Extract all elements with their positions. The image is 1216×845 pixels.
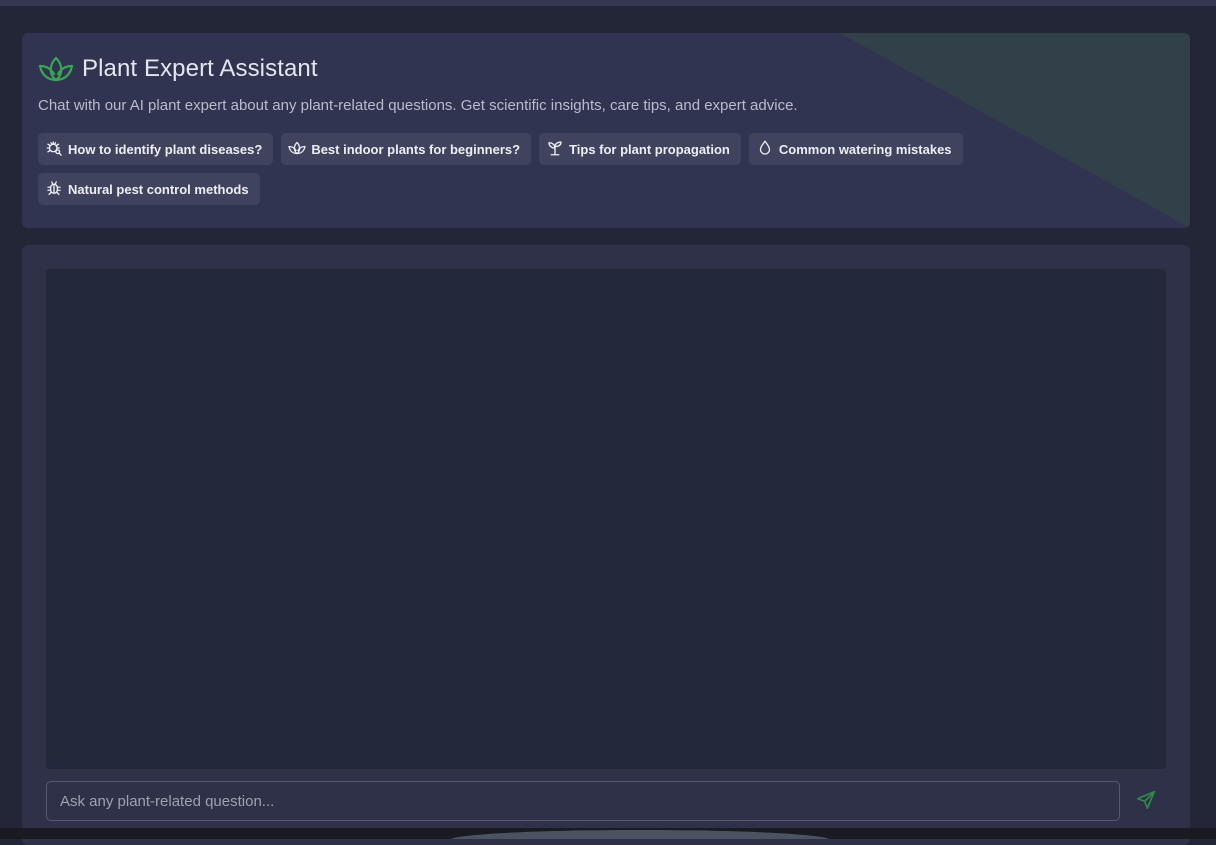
suggestion-label: Natural pest control methods (68, 181, 249, 197)
suggestion-chip-pest-control[interactable]: Natural pest control methods (38, 173, 260, 205)
top-bar (0, 0, 1216, 6)
plant-leaves-icon (288, 139, 311, 160)
suggestion-chip-identify-diseases[interactable]: How to identify plant diseases? (38, 133, 274, 165)
chat-input-row (46, 781, 1166, 821)
suggestion-label: Best indoor plants for beginners? (311, 141, 521, 157)
suggestion-chip-indoor-plants[interactable]: Best indoor plants for beginners? (281, 133, 532, 165)
chat-card (22, 245, 1190, 845)
plant-leaves-icon (38, 55, 74, 83)
suggestion-chip-watering[interactable]: Common watering mistakes (748, 133, 963, 165)
suggestion-label: Tips for plant propagation (569, 141, 730, 157)
send-icon (1135, 789, 1157, 814)
suggestion-label: Common watering mistakes (778, 141, 952, 157)
suggestion-chips: How to identify plant diseases? Best ind… (38, 133, 968, 205)
bug-icon (45, 179, 68, 200)
title-row: Plant Expert Assistant (38, 55, 318, 83)
header-card: Plant Expert Assistant Chat with our AI … (22, 33, 1190, 228)
send-button[interactable] (1134, 789, 1158, 813)
background-image-highlight (450, 830, 830, 839)
page-subtitle: Chat with our AI plant expert about any … (38, 97, 798, 114)
page-title: Plant Expert Assistant (82, 55, 318, 82)
chat-input[interactable] (46, 781, 1120, 821)
droplet-icon (756, 139, 779, 160)
sprout-icon (546, 139, 569, 160)
suggestion-label: How to identify plant diseases? (68, 141, 263, 157)
suggestion-chip-propagation[interactable]: Tips for plant propagation (539, 133, 741, 165)
bug-search-icon (45, 139, 68, 160)
background-image-strip (0, 828, 1216, 839)
chat-messages-area[interactable] (46, 269, 1166, 769)
